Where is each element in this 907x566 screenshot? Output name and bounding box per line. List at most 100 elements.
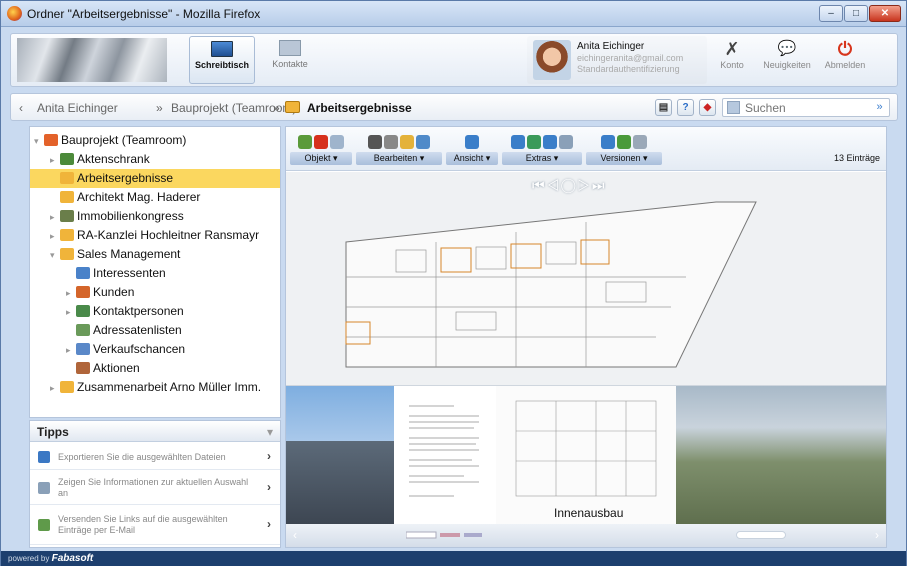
expand-icon[interactable]: ▾ xyxy=(50,246,60,265)
title-bar: Ordner "Arbeitsergebnisse" - Mozilla Fir… xyxy=(1,1,906,27)
tree-node-label: Aktenschrank xyxy=(77,152,150,166)
tree-node[interactable]: Adressatenlisten xyxy=(30,321,182,340)
cabinet-icon xyxy=(60,153,74,165)
toolbar-action-icon[interactable] xyxy=(527,135,541,149)
document-viewer[interactable]: ⏮◁◯▷⏭ xyxy=(286,172,886,386)
toolbar-action-icon[interactable] xyxy=(559,135,573,149)
breadcrumb-separator: » xyxy=(273,101,280,115)
tree-node[interactable]: ▸ Aktenschrank xyxy=(30,150,150,169)
menu-view[interactable]: Ansicht ▾ xyxy=(446,152,498,165)
nav-desktop-button[interactable]: Schreibtisch xyxy=(189,36,255,84)
toolbar-action-icon[interactable] xyxy=(633,135,647,149)
thumbnail-building-photo[interactable] xyxy=(286,386,394,524)
tools-icon: ✗ xyxy=(724,39,740,59)
toolbar-action-icon[interactable] xyxy=(511,135,525,149)
tree-node[interactable]: ▸ Kunden xyxy=(30,283,134,302)
toolbar-action-icon[interactable] xyxy=(368,135,382,149)
search-scope-icon[interactable] xyxy=(727,101,740,114)
collapse-icon[interactable]: ▾ xyxy=(267,425,273,439)
expand-icon[interactable]: ▸ xyxy=(66,341,76,360)
toolbar: Objekt ▾ Bearbeiten ▾ Ansicht ▾ Extras ▾… xyxy=(286,127,886,171)
menu-object[interactable]: Objekt ▾ xyxy=(290,152,352,165)
expand-icon[interactable]: ▾ xyxy=(34,132,44,151)
scroll-right-icon[interactable]: › xyxy=(870,528,884,542)
toolbar-action-icon[interactable] xyxy=(330,135,344,149)
tool-icon[interactable]: ◆ xyxy=(699,99,716,116)
search-input[interactable] xyxy=(745,100,865,115)
account-button[interactable]: ✗ Konto xyxy=(706,38,758,84)
tree-node[interactable]: Aktionen xyxy=(30,359,140,378)
tree-node[interactable]: Architekt Mag. Haderer xyxy=(30,188,200,207)
tip-item[interactable]: Exportieren Sie die ausgewählten Dateien… xyxy=(30,443,280,470)
tree-node-label: Verkaufschancen xyxy=(93,342,186,356)
breadcrumb-item[interactable]: Anita Eichinger xyxy=(37,101,118,115)
breadcrumb-current: Arbeitsergebnisse xyxy=(307,101,412,115)
search-go-icon[interactable]: » xyxy=(873,101,886,114)
tree-node[interactable]: Arbeitsergebnisse xyxy=(30,169,280,188)
tree-node[interactable]: ▸ Immobilienkongress xyxy=(30,207,184,226)
thumbnail-document[interactable] xyxy=(394,386,496,524)
toolbar-action-icon[interactable] xyxy=(601,135,615,149)
nav-contacts-button[interactable]: Kontakte xyxy=(259,36,321,84)
export-icon xyxy=(38,451,50,463)
tip-item[interactable]: Zeigen Sie Informationen zur aktuellen A… xyxy=(30,470,280,505)
tree-node[interactable]: ▸ Zusammenarbeit Arno Müller Imm. xyxy=(30,378,261,397)
menu-edit[interactable]: Bearbeiten ▾ xyxy=(356,152,442,165)
toolbar-action-icon[interactable] xyxy=(384,135,398,149)
expand-icon[interactable]: ▸ xyxy=(50,208,60,227)
print-icon[interactable]: ▤ xyxy=(655,99,672,116)
chevron-right-icon: › xyxy=(267,517,271,531)
maximize-button[interactable]: □ xyxy=(844,5,868,22)
tree-node-label: Adressatenlisten xyxy=(93,323,182,337)
window-title: Ordner "Arbeitsergebnisse" - Mozilla Fir… xyxy=(27,7,261,21)
tree-node[interactable]: ▾ Bauprojekt (Teamroom) xyxy=(30,131,186,150)
toolbar-action-icon[interactable] xyxy=(617,135,631,149)
toolbar-action-icon[interactable] xyxy=(314,135,328,149)
expand-icon[interactable]: ▸ xyxy=(50,151,60,170)
help-icon[interactable]: ? xyxy=(677,99,694,116)
tree-node-label: Kontaktpersonen xyxy=(93,304,184,318)
chevron-right-icon: › xyxy=(267,480,271,494)
menu-extras[interactable]: Extras ▾ xyxy=(502,152,582,165)
expand-icon[interactable]: ▸ xyxy=(66,284,76,303)
toolbar-action-icon[interactable] xyxy=(416,135,430,149)
user-box[interactable]: Anita Eichinger eichingeranita@gmail.com… xyxy=(527,36,707,84)
toolbar-action-icon[interactable] xyxy=(543,135,557,149)
expand-icon[interactable]: ▸ xyxy=(50,379,60,398)
thumbnail-interior-plan[interactable]: Innenausbau xyxy=(496,386,676,524)
tree-node-label: Zusammenarbeit Arno Müller Imm. xyxy=(77,380,262,394)
player-controls[interactable]: ⏮◁◯▷⏭ xyxy=(532,177,642,199)
header-banner-image xyxy=(17,38,167,82)
tip-item[interactable]: Versenden Sie Links auf die ausgewählten… xyxy=(30,505,280,545)
toolbar-action-icon[interactable] xyxy=(465,135,479,149)
news-button[interactable]: 💬 Neuigkeiten xyxy=(761,38,813,84)
folder-icon xyxy=(60,172,74,184)
thumbnail-aerial-photo[interactable] xyxy=(676,386,886,524)
people-icon xyxy=(76,305,90,317)
scroll-left-icon[interactable]: ‹ xyxy=(288,528,302,542)
toolbar-action-icon[interactable] xyxy=(400,135,414,149)
tree-node[interactable]: ▸ Kontaktpersonen xyxy=(30,302,184,321)
tree-node[interactable]: ▾ Sales Management xyxy=(30,245,180,264)
expand-icon[interactable]: ▸ xyxy=(50,227,60,246)
menu-versions[interactable]: Versionen ▾ xyxy=(586,152,662,165)
firefox-icon xyxy=(7,6,22,21)
tips-header[interactable]: Tipps ▾ xyxy=(30,421,280,442)
logout-button[interactable]: ⏻ Abmelden xyxy=(819,38,871,84)
tree-node[interactable]: ▸ RA-Kanzlei Hochleitner Ransmayr xyxy=(30,226,259,245)
toolbar-group-edit: Bearbeiten ▾ xyxy=(356,132,442,168)
floor-plan-image xyxy=(345,201,757,368)
close-button[interactable]: ✕ xyxy=(869,5,901,22)
teamroom-icon xyxy=(44,134,58,146)
tree-node[interactable]: Interessenten xyxy=(30,264,166,283)
minimize-button[interactable]: – xyxy=(819,5,843,22)
toolbar-action-icon[interactable] xyxy=(298,135,312,149)
tip-text: Versenden Sie Links auf die ausgewählten… xyxy=(58,514,228,535)
tree-node[interactable]: ▸ Verkaufschancen xyxy=(30,340,185,359)
folder-icon xyxy=(60,381,74,393)
horizontal-scrollbar[interactable]: ‹ › xyxy=(286,524,886,547)
breadcrumb-back-icon[interactable]: ‹ xyxy=(19,101,23,115)
scroll-thumb[interactable] xyxy=(736,531,786,539)
event-icon xyxy=(60,210,74,222)
expand-icon[interactable]: ▸ xyxy=(66,303,76,322)
